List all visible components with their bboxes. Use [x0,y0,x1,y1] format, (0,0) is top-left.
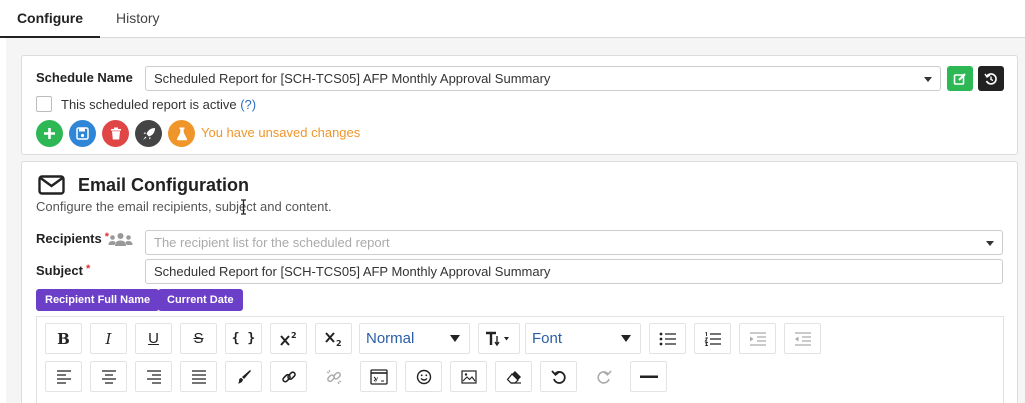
bold-button[interactable]: B [45,323,82,354]
history-revert-button[interactable] [978,66,1004,91]
caret-down-icon [621,335,631,342]
outdent-button[interactable] [784,323,821,354]
align-center-icon [101,369,116,384]
indent-button[interactable] [739,323,776,354]
active-help-link[interactable]: (?) [240,97,256,112]
align-justify-icon [191,369,206,384]
align-center-button[interactable] [90,361,127,392]
text-size-button[interactable] [478,323,520,354]
underline-button[interactable]: U [135,323,172,354]
align-left-button[interactable] [45,361,82,392]
svg-text:2: 2 [336,339,342,347]
edit-icon [953,72,966,85]
font-select-value: Font [532,330,563,347]
history-icon [984,72,997,85]
floppy-disk-icon [76,127,89,140]
current-date-chip[interactable]: Current Date [158,289,243,311]
rocket-icon [142,127,155,140]
italic-button[interactable]: I [90,323,127,354]
svg-text:2: 2 [291,331,297,340]
save-button[interactable] [69,120,96,147]
insert-image-button[interactable] [450,361,487,392]
active-checkbox[interactable] [36,96,52,112]
align-right-icon [146,369,161,384]
schedule-name-label: Schedule Name [36,70,133,85]
indent-icon [749,331,766,346]
align-justify-button[interactable] [180,361,217,392]
horizontal-rule-button[interactable] [630,361,667,392]
superscript-icon: 2 [279,331,297,346]
text-height-icon [486,331,509,346]
undo-button[interactable] [540,361,577,392]
subject-label: Subject [36,263,83,278]
subject-input[interactable]: Scheduled Report for [SCH-TCS05] AFP Mon… [145,259,1003,284]
email-config-description: Configure the email recipients, subject … [36,199,332,214]
insert-link-button[interactable] [270,361,307,392]
required-marker: * [85,263,91,275]
subject-label-row: Subject * [36,263,90,278]
font-select[interactable]: Font [525,323,641,354]
chevron-down-icon [924,77,932,82]
tab-configure[interactable]: Configure [0,0,100,38]
strikethrough-button[interactable]: S [180,323,217,354]
format-select-value: Normal [366,330,415,347]
subscript-button[interactable]: 2 [315,323,352,354]
edit-name-button[interactable] [947,66,973,91]
format-select[interactable]: Normal [359,323,470,354]
users-icon [108,233,133,246]
tab-history[interactable]: History [116,0,160,38]
list-ol-icon [703,331,721,346]
text-color-button[interactable] [225,361,262,392]
tab-bar: Configure History [0,0,1025,38]
smile-icon [416,369,431,384]
list-ul-icon [659,332,676,345]
undo-icon [550,369,566,384]
add-button[interactable] [36,120,63,147]
outdent-icon [794,331,811,346]
recipient-full-name-chip[interactable]: Recipient Full Name [36,289,160,311]
redo-icon [596,369,612,384]
redo-button[interactable] [585,361,622,392]
recipients-placeholder: The recipient list for the scheduled rep… [154,235,390,250]
recipients-label: Recipients [36,231,102,246]
clear-format-button[interactable] [495,361,532,392]
active-label-row: This scheduled report is active (?) [61,97,256,112]
emoji-button[interactable] [405,361,442,392]
paintbrush-icon [237,369,251,383]
unsaved-changes-text: You have unsaved changes [201,125,361,140]
bullet-list-button[interactable] [649,323,686,354]
run-button[interactable] [135,120,162,147]
eraser-icon [506,370,521,384]
schedule-name-value: Scheduled Report for [SCH-TCS05] AFP Mon… [154,71,551,86]
delete-button[interactable] [102,120,129,147]
align-left-icon [56,369,71,384]
link-icon [281,370,296,383]
active-label: This scheduled report is active [61,97,237,112]
caret-down-icon [450,335,460,342]
subscript-icon: 2 [324,331,342,347]
align-right-button[interactable] [135,361,172,392]
envelope-icon [38,175,65,195]
plus-icon [44,128,55,139]
superscript-button[interactable]: 2 [270,323,307,354]
chevron-down-icon [986,241,994,246]
flask-icon [176,127,187,140]
image-icon [460,369,477,384]
horizontal-rule-icon [639,375,658,378]
code-view-button[interactable]: / [360,361,397,392]
text-cursor-icon [241,199,246,215]
trash-icon [110,127,121,140]
remove-link-button[interactable] [315,361,352,392]
recipients-label-row: Recipients * [36,231,109,246]
test-button[interactable] [168,120,195,147]
numbered-list-button[interactable] [694,323,731,354]
unlink-icon [326,369,341,384]
email-config-title: Email Configuration [78,175,249,195]
schedule-name-select[interactable]: Scheduled Report for [SCH-TCS05] AFP Mon… [145,66,941,91]
code-view-icon: / [369,368,388,385]
recipients-select[interactable]: The recipient list for the scheduled rep… [145,230,1003,255]
code-block-button[interactable]: { } [225,323,262,354]
